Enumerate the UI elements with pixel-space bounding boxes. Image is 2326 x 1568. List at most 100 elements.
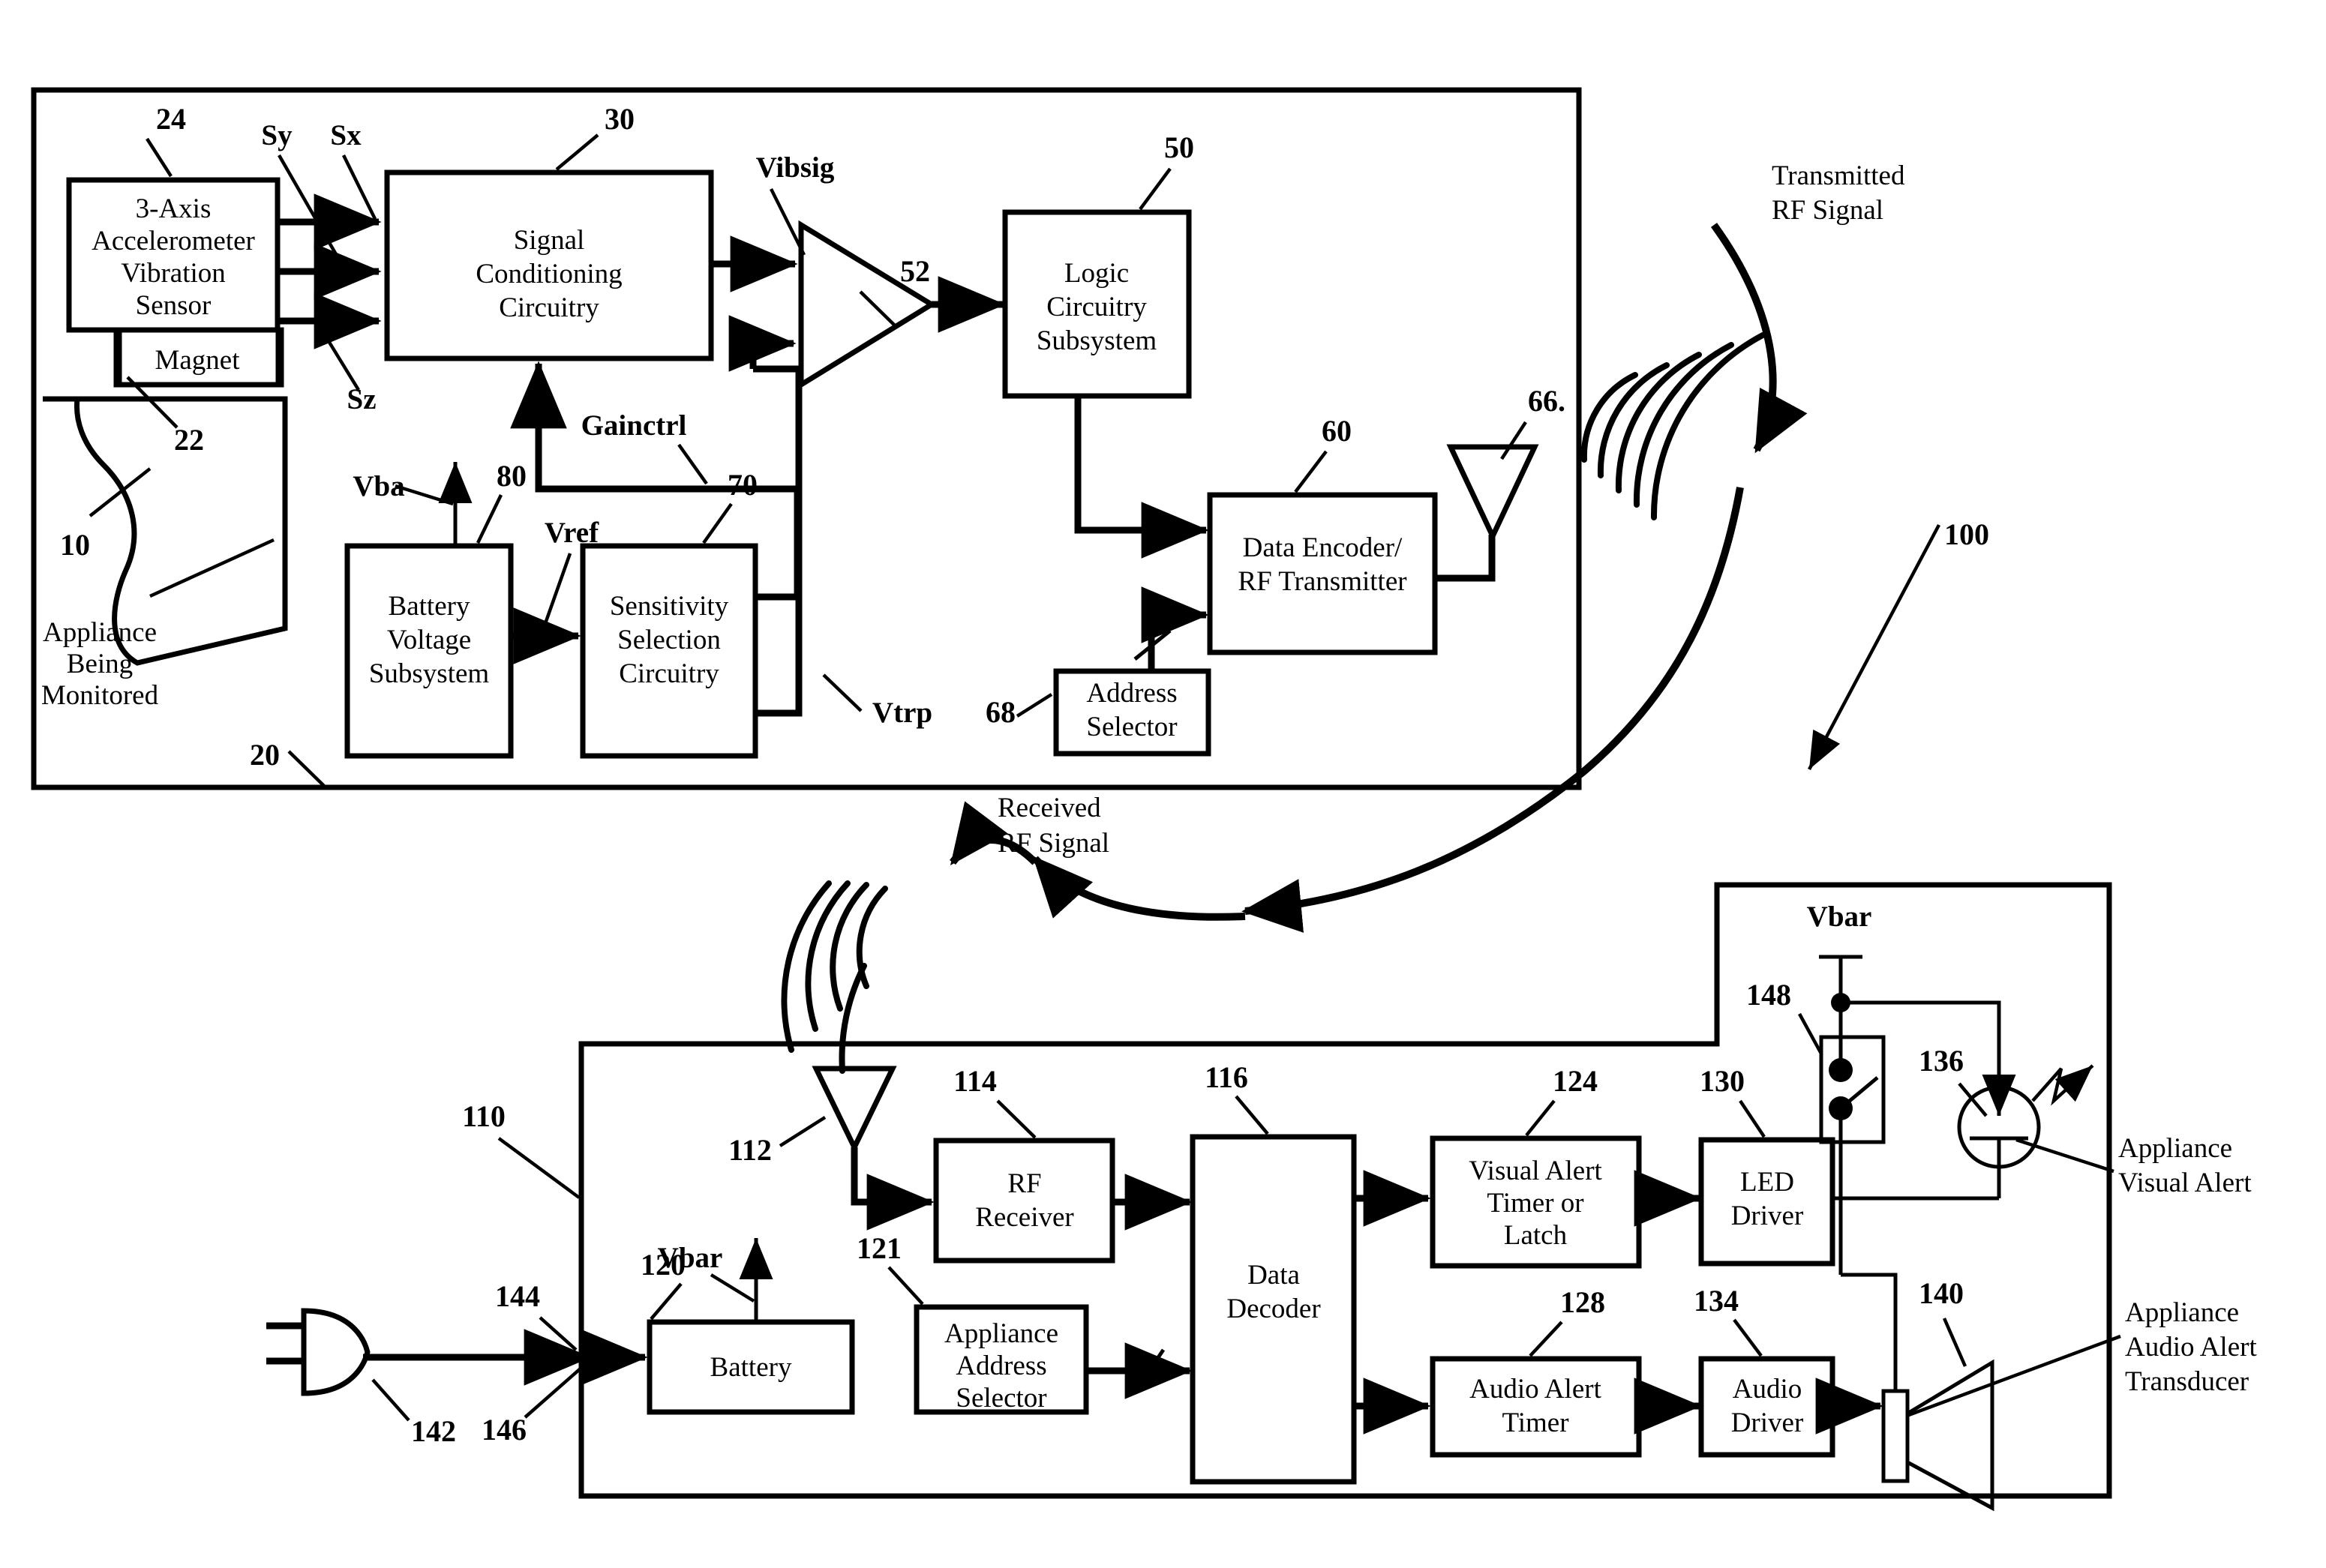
ref-number-50: 50 bbox=[1164, 130, 1194, 164]
ref-number-112: 112 bbox=[728, 1133, 772, 1167]
wire-encoder-to-antenna bbox=[1435, 535, 1496, 582]
appl-addr-line1: Appliance bbox=[944, 1318, 1058, 1349]
ref-leader-121 bbox=[887, 1266, 924, 1306]
ref-number-124: 124 bbox=[1553, 1064, 1598, 1098]
leader-sy bbox=[278, 154, 350, 277]
logic-line2: Circuitry bbox=[1046, 292, 1147, 322]
leader-sz bbox=[317, 322, 360, 391]
ref-leader-110 bbox=[497, 1137, 581, 1199]
ref-number-52: 52 bbox=[900, 254, 930, 288]
magnet-label: Magnet bbox=[155, 345, 240, 376]
ref-number-121: 121 bbox=[857, 1231, 902, 1265]
wire-gainctrl bbox=[510, 361, 801, 601]
audio-alert-annot-line1: Appliance bbox=[2125, 1297, 2239, 1328]
appliance-caption-line1: Appliance bbox=[43, 617, 157, 648]
address-selector-line1: Address bbox=[1086, 678, 1177, 709]
appliance-caption-line3: Monitored bbox=[41, 680, 159, 711]
logic-line3: Subsystem bbox=[1037, 325, 1157, 356]
ref-number-10: 10 bbox=[60, 528, 90, 562]
ref-leader-114 bbox=[996, 1099, 1037, 1139]
ref-number-68: 68 bbox=[986, 695, 1016, 729]
wire-switch-to-speaker-rail bbox=[1841, 1273, 1898, 1391]
ref-leader-68 bbox=[1016, 693, 1053, 718]
ref-leader-124 bbox=[1525, 1099, 1556, 1137]
wire-logic-to-encoder bbox=[1074, 396, 1209, 559]
ref-leader-10 bbox=[89, 467, 152, 517]
rf-receiver-line1: RF bbox=[1007, 1168, 1041, 1199]
ref-leader-142 bbox=[371, 1378, 410, 1422]
appl-addr-line2: Address bbox=[956, 1351, 1046, 1381]
led-light-zigzag-icon bbox=[2031, 1064, 2094, 1106]
ref-leader-134 bbox=[1733, 1318, 1763, 1357]
speaker-cone bbox=[1905, 1359, 1994, 1512]
received-rf-label-line1: Received bbox=[998, 793, 1101, 823]
ref-leader-112 bbox=[779, 1116, 827, 1147]
data-decoder-line1: Data bbox=[1247, 1260, 1300, 1291]
rf-propagation-curve-upper bbox=[1710, 223, 1808, 454]
ref-leader-116 bbox=[1235, 1095, 1269, 1135]
leader-visual-alert-annot bbox=[2015, 1138, 2114, 1174]
leader-vref bbox=[542, 553, 572, 628]
wire-antenna-to-rfreceiver bbox=[851, 1147, 935, 1231]
visual-alert-line1: Visual Alert bbox=[1469, 1156, 1602, 1186]
signal-conditioning-line1: Signal bbox=[514, 225, 585, 256]
leader-vtrp bbox=[822, 673, 863, 712]
patent-figure: 3-Axis Accelerometer Vibration Sensor 24… bbox=[0, 0, 2326, 1568]
switch-body bbox=[1819, 1035, 1886, 1144]
leader-vbar-battery bbox=[710, 1273, 755, 1303]
ref-number-148: 148 bbox=[1746, 978, 1791, 1012]
led-driver-line1: LED bbox=[1740, 1167, 1794, 1198]
ref-leader-128 bbox=[1529, 1321, 1563, 1357]
signal-label-vtrp: Vtrp bbox=[872, 697, 932, 729]
audio-alert-line1: Audio Alert bbox=[1469, 1374, 1601, 1405]
ref-leader-30 bbox=[555, 133, 599, 171]
ref-number-22: 22 bbox=[174, 423, 204, 457]
power-plug-body bbox=[301, 1308, 371, 1396]
data-decoder-line2: Decoder bbox=[1226, 1294, 1320, 1324]
ref-leader-146 bbox=[524, 1366, 583, 1419]
ref-number-142: 142 bbox=[411, 1414, 456, 1448]
switch-contact-top bbox=[1829, 1058, 1853, 1082]
ref-leader-20 bbox=[287, 750, 326, 787]
sensitivity-line1: Sensitivity bbox=[610, 591, 729, 622]
visual-alert-line3: Latch bbox=[1504, 1220, 1568, 1251]
ref-leader-148 bbox=[1798, 1012, 1823, 1055]
visual-alert-line2: Timer or bbox=[1487, 1188, 1583, 1219]
ref-number-136: 136 bbox=[1919, 1044, 1964, 1078]
leader-gainctrl bbox=[677, 443, 708, 485]
rf-receiver-block bbox=[933, 1138, 1115, 1264]
encoder-line1: Data Encoder/ bbox=[1243, 532, 1403, 563]
ref-number-130: 130 bbox=[1700, 1064, 1745, 1098]
signal-conditioning-line2: Conditioning bbox=[476, 259, 622, 289]
appliance-caption-leader bbox=[149, 538, 275, 598]
ref-leader-144 bbox=[539, 1316, 578, 1351]
transmit-antenna-icon bbox=[1446, 444, 1539, 543]
visual-alert-annot-line2: Visual Alert bbox=[2118, 1168, 2252, 1198]
received-rf-label-line2: RF Signal bbox=[998, 828, 1109, 859]
encoder-line2: RF Transmitter bbox=[1238, 566, 1406, 597]
sensitivity-line3: Circuitry bbox=[619, 658, 719, 689]
ref-leader-130 bbox=[1739, 1099, 1766, 1138]
led-driver-line2: Driver bbox=[1731, 1201, 1804, 1231]
ref-leader-70 bbox=[702, 502, 733, 544]
transmitted-rf-label-line1: Transmitted bbox=[1772, 160, 1905, 191]
ref-leader-80 bbox=[476, 494, 503, 544]
receive-antenna-icon bbox=[812, 1066, 897, 1154]
address-selector-line2: Selector bbox=[1086, 712, 1177, 742]
wire-vtrp bbox=[753, 365, 803, 717]
ref-number-110: 110 bbox=[462, 1099, 506, 1133]
sensor-label-line2: Accelerometer bbox=[92, 226, 255, 256]
speaker-coil bbox=[1881, 1389, 1910, 1483]
ref-number-70: 70 bbox=[728, 468, 758, 502]
ref-number-128: 128 bbox=[1560, 1285, 1605, 1319]
ref-number-20: 20 bbox=[250, 738, 280, 772]
rf-receiver-line2: Receiver bbox=[975, 1202, 1073, 1233]
ref-number-66: 66. bbox=[1528, 384, 1565, 418]
signal-label-gainctrl: Gainctrl bbox=[581, 409, 687, 442]
switch-lever bbox=[1839, 1076, 1879, 1110]
audio-alert-annot-line3: Transducer bbox=[2125, 1366, 2249, 1397]
sensor-label-line3: Vibration bbox=[121, 258, 226, 289]
ref-leader-120 bbox=[650, 1282, 683, 1321]
sensor-label-line4: Sensor bbox=[136, 290, 212, 321]
sensor-label-line1: 3-Axis bbox=[136, 193, 212, 224]
